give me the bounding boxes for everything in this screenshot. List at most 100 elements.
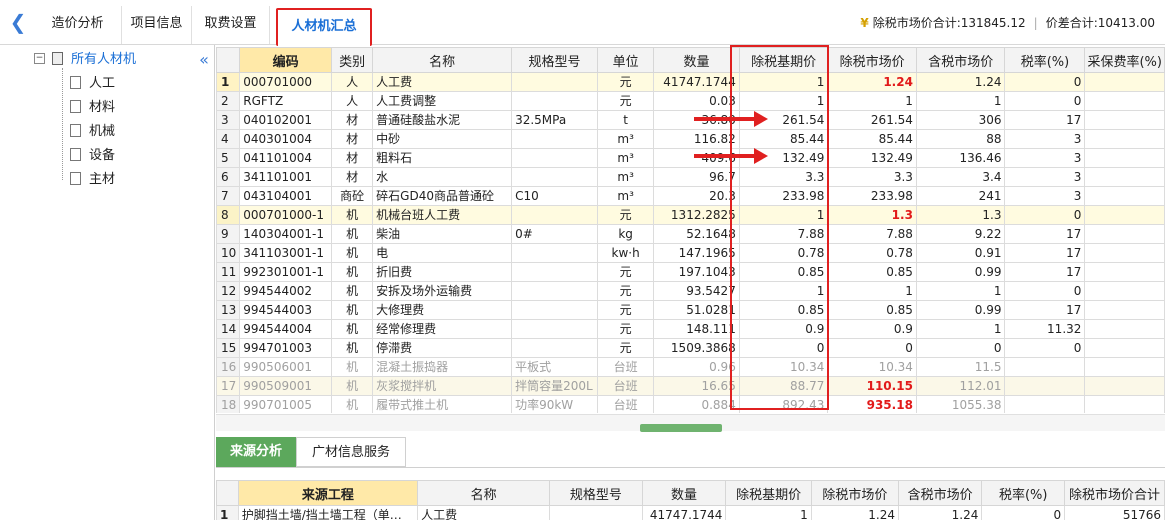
column-header[interactable]: 除税基期价 — [725, 480, 812, 506]
table-row[interactable]: 8 000701000-1 机机械台班人工费元 1312.2825 1 1.3 1.3 0 — [216, 205, 1165, 225]
spec-cell[interactable] — [511, 262, 598, 282]
unit-cell[interactable]: t — [596, 110, 655, 130]
fee-rate-cell[interactable] — [1084, 357, 1165, 377]
market-price-cell[interactable]: 1.3 — [827, 205, 917, 225]
unit-cell[interactable]: 元 — [596, 338, 655, 358]
name-cell[interactable]: 折旧费 — [372, 262, 513, 282]
code-cell[interactable]: 994544004 — [239, 319, 332, 339]
quantity-cell[interactable]: 51.0281 — [653, 300, 740, 320]
tax-market-price-cell[interactable]: 241 — [915, 186, 1006, 206]
spec-cell[interactable] — [511, 205, 598, 225]
tax-market-price-cell[interactable]: 1.3 — [915, 205, 1006, 225]
market-price-cell[interactable]: 7.88 — [827, 224, 917, 244]
fee-rate-cell[interactable] — [1084, 395, 1165, 413]
fee-rate-cell[interactable] — [1084, 91, 1165, 111]
market-price-cell[interactable]: 1.24 — [810, 505, 899, 520]
spec-cell[interactable] — [511, 129, 598, 149]
base-price-cell[interactable]: 1 — [725, 505, 812, 520]
base-price-cell[interactable]: 0 — [738, 338, 829, 358]
code-cell[interactable]: 994701003 — [239, 338, 332, 358]
table-row[interactable]: 5 041101004 材粗料石 m³ 409.6 132.49 132.49 136.46 3 — [216, 148, 1165, 168]
tax-market-price-cell[interactable]: 1 — [915, 281, 1006, 301]
spec-cell[interactable] — [511, 91, 598, 111]
name-cell[interactable]: 人工费调整 — [372, 91, 513, 111]
unit-cell[interactable]: 元 — [596, 91, 655, 111]
unit-cell[interactable]: 元 — [596, 319, 655, 339]
base-price-cell[interactable]: 233.98 — [738, 186, 829, 206]
market-price-cell[interactable]: 0.78 — [827, 243, 917, 263]
spec-cell[interactable] — [549, 505, 643, 520]
type-cell[interactable]: 人 — [330, 91, 374, 111]
quantity-cell[interactable]: 409.6 — [653, 148, 740, 168]
market-price-cell[interactable]: 3.3 — [827, 167, 917, 187]
fee-rate-cell[interactable] — [1084, 281, 1165, 301]
spec-cell[interactable]: C10 — [511, 186, 598, 206]
type-cell[interactable]: 材 — [330, 129, 374, 149]
tax-market-price-cell[interactable]: 3.4 — [915, 167, 1006, 187]
spec-cell[interactable]: 32.5MPa — [511, 110, 598, 130]
fee-rate-cell[interactable] — [1084, 167, 1165, 187]
table-row[interactable]: 7 043104001 商砼 碎石GD40商品普通砼 C10 m³ 20.3 233.98 23… — [216, 186, 1165, 206]
code-cell[interactable]: RGFTZ — [239, 91, 332, 111]
column-header[interactable]: 采保费率(%) — [1084, 47, 1165, 73]
tax-market-price-cell[interactable]: 1055.38 — [915, 395, 1006, 413]
tax-market-price-cell[interactable]: 1.24 — [897, 505, 983, 520]
spec-cell[interactable]: 0# — [511, 224, 598, 244]
code-cell[interactable]: 990506001 — [239, 357, 332, 377]
tab-resource-summary[interactable]: 人材机汇总 — [276, 8, 372, 46]
quantity-cell[interactable]: 1509.3868 — [653, 338, 740, 358]
tax-market-price-cell[interactable]: 11.5 — [915, 357, 1006, 377]
base-price-cell[interactable]: 0.85 — [738, 300, 829, 320]
fee-rate-cell[interactable] — [1084, 338, 1165, 358]
column-header[interactable]: 单位 — [596, 47, 655, 73]
name-cell[interactable]: 履带式推土机 — [372, 395, 513, 413]
unit-cell[interactable]: m³ — [596, 167, 655, 187]
code-cell[interactable]: 040301004 — [239, 129, 332, 149]
quantity-cell[interactable]: 96.7 — [653, 167, 740, 187]
code-cell[interactable]: 992301001-1 — [239, 262, 332, 282]
table-row[interactable]: 9 140304001-1 机柴油 0# kg 52.1648 7.88 7.88 9.22 17 — [216, 224, 1165, 244]
tax-market-price-cell[interactable]: 9.22 — [915, 224, 1006, 244]
tax-market-price-cell[interactable]: 112.01 — [915, 376, 1006, 396]
tax-rate-cell[interactable]: 17 — [1004, 243, 1086, 263]
name-cell[interactable]: 粗料石 — [372, 148, 513, 168]
name-cell[interactable]: 电 — [372, 243, 513, 263]
resource-grid[interactable]: 编码 类别 名称 规格型号 单位 数量 除税基期价 除税市场价 含税市场价 税率… — [216, 47, 1165, 413]
tax-market-price-cell[interactable]: 88 — [915, 129, 1006, 149]
base-price-cell[interactable]: 1 — [738, 281, 829, 301]
type-cell[interactable]: 机 — [330, 224, 374, 244]
tax-rate-cell[interactable] — [1004, 357, 1086, 377]
tax-rate-cell[interactable]: 0 — [1004, 91, 1086, 111]
quantity-cell[interactable]: 41747.1744 — [653, 72, 740, 92]
base-price-cell[interactable]: 1 — [738, 72, 829, 92]
table-row[interactable]: 16 990506001 机混凝土振捣器 平板式 台班 0.96 10.34 10.34 11.… — [216, 357, 1165, 377]
tax-market-price-cell[interactable]: 1 — [915, 319, 1006, 339]
type-cell[interactable]: 机 — [330, 338, 374, 358]
column-header[interactable]: 数量 — [641, 480, 727, 506]
code-cell[interactable]: 043104001 — [239, 186, 332, 206]
tax-market-price-cell[interactable]: 0.91 — [915, 243, 1006, 263]
column-header[interactable]: 除税市场价 — [827, 47, 917, 73]
table-row[interactable]: 1 000701000 人人工费元 41747.1744 1 1.24 1.24 0 — [216, 72, 1165, 92]
unit-cell[interactable]: 台班 — [596, 376, 655, 396]
table-row[interactable]: 18 990701005 机履带式推土机 功率90kW 台班 0.884 892.43 935… — [216, 395, 1165, 413]
tax-rate-cell[interactable]: 0 — [1004, 338, 1086, 358]
name-cell[interactable]: 柴油 — [372, 224, 513, 244]
tax-market-price-cell[interactable]: 0.99 — [915, 262, 1006, 282]
tax-market-price-cell[interactable]: 1 — [915, 91, 1006, 111]
tax-rate-cell[interactable]: 3 — [1004, 167, 1086, 187]
tree-item-main-material[interactable]: 主材 — [70, 169, 115, 191]
column-header[interactable]: 规格型号 — [511, 47, 598, 73]
name-cell[interactable]: 大修理费 — [372, 300, 513, 320]
name-cell[interactable]: 人工费 — [417, 505, 551, 520]
base-price-cell[interactable]: 0.85 — [738, 262, 829, 282]
name-cell[interactable]: 经常修理费 — [372, 319, 513, 339]
name-cell[interactable]: 灰浆搅拌机 — [372, 376, 513, 396]
column-header[interactable]: 规格型号 — [549, 480, 643, 506]
tax-rate-cell[interactable]: 17 — [1004, 224, 1086, 244]
column-header[interactable]: 类别 — [330, 47, 374, 73]
tax-rate-cell[interactable]: 0 — [1004, 205, 1086, 225]
column-header[interactable]: 含税市场价 — [915, 47, 1006, 73]
market-price-cell[interactable]: 1 — [827, 281, 917, 301]
tax-market-price-cell[interactable]: 0 — [915, 338, 1006, 358]
